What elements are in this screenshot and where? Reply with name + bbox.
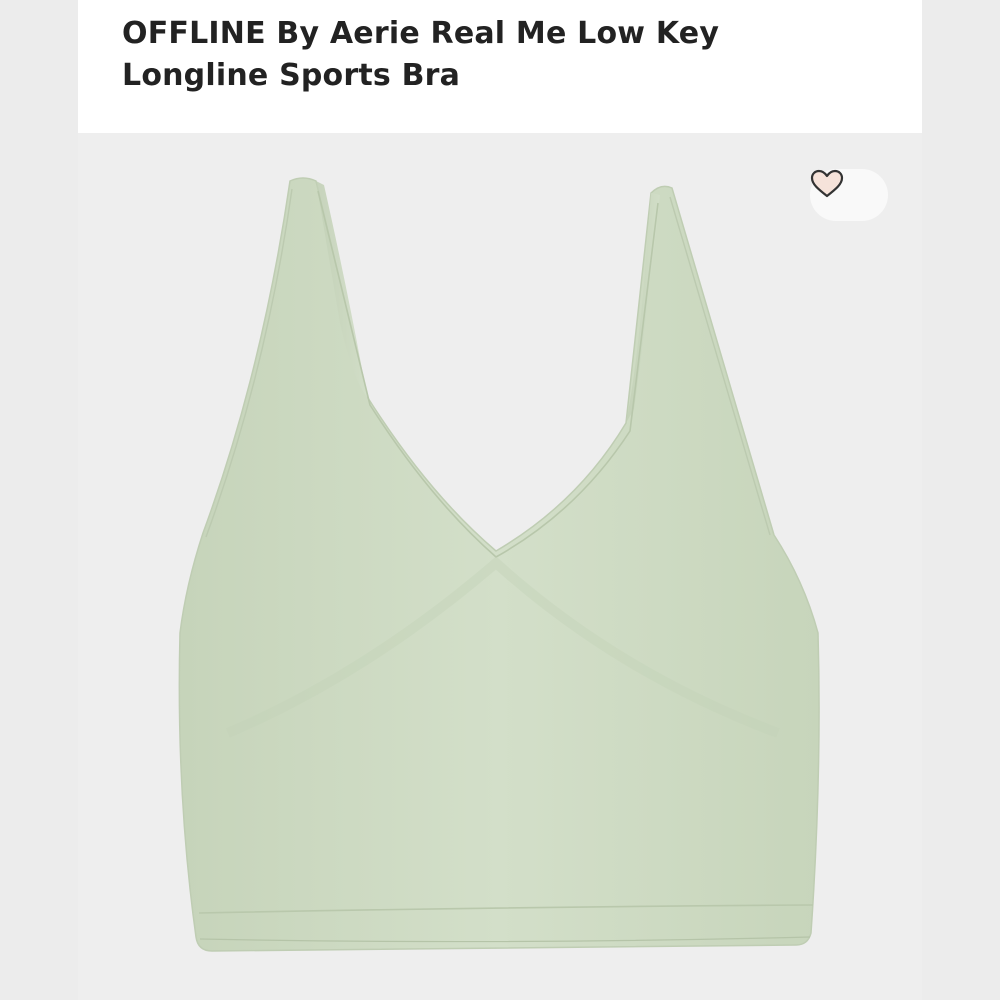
product-header: OFFLINE By Aerie Real Me Low Key Longlin… [78,0,922,133]
product-title-line-1: OFFLINE By Aerie Real Me Low Key [122,16,720,51]
product-title-line-2: Longline Sports Bra [122,58,461,93]
favorite-button[interactable] [810,169,888,221]
sports-bra-illustration [78,133,922,1000]
product-title: OFFLINE By Aerie Real Me Low Key Longlin… [122,13,822,97]
left-margin [0,0,78,1000]
product-card: OFFLINE By Aerie Real Me Low Key Longlin… [78,0,922,1000]
heart-outline-icon [810,169,844,198]
product-image[interactable] [78,133,922,1000]
right-margin [922,0,1000,1000]
